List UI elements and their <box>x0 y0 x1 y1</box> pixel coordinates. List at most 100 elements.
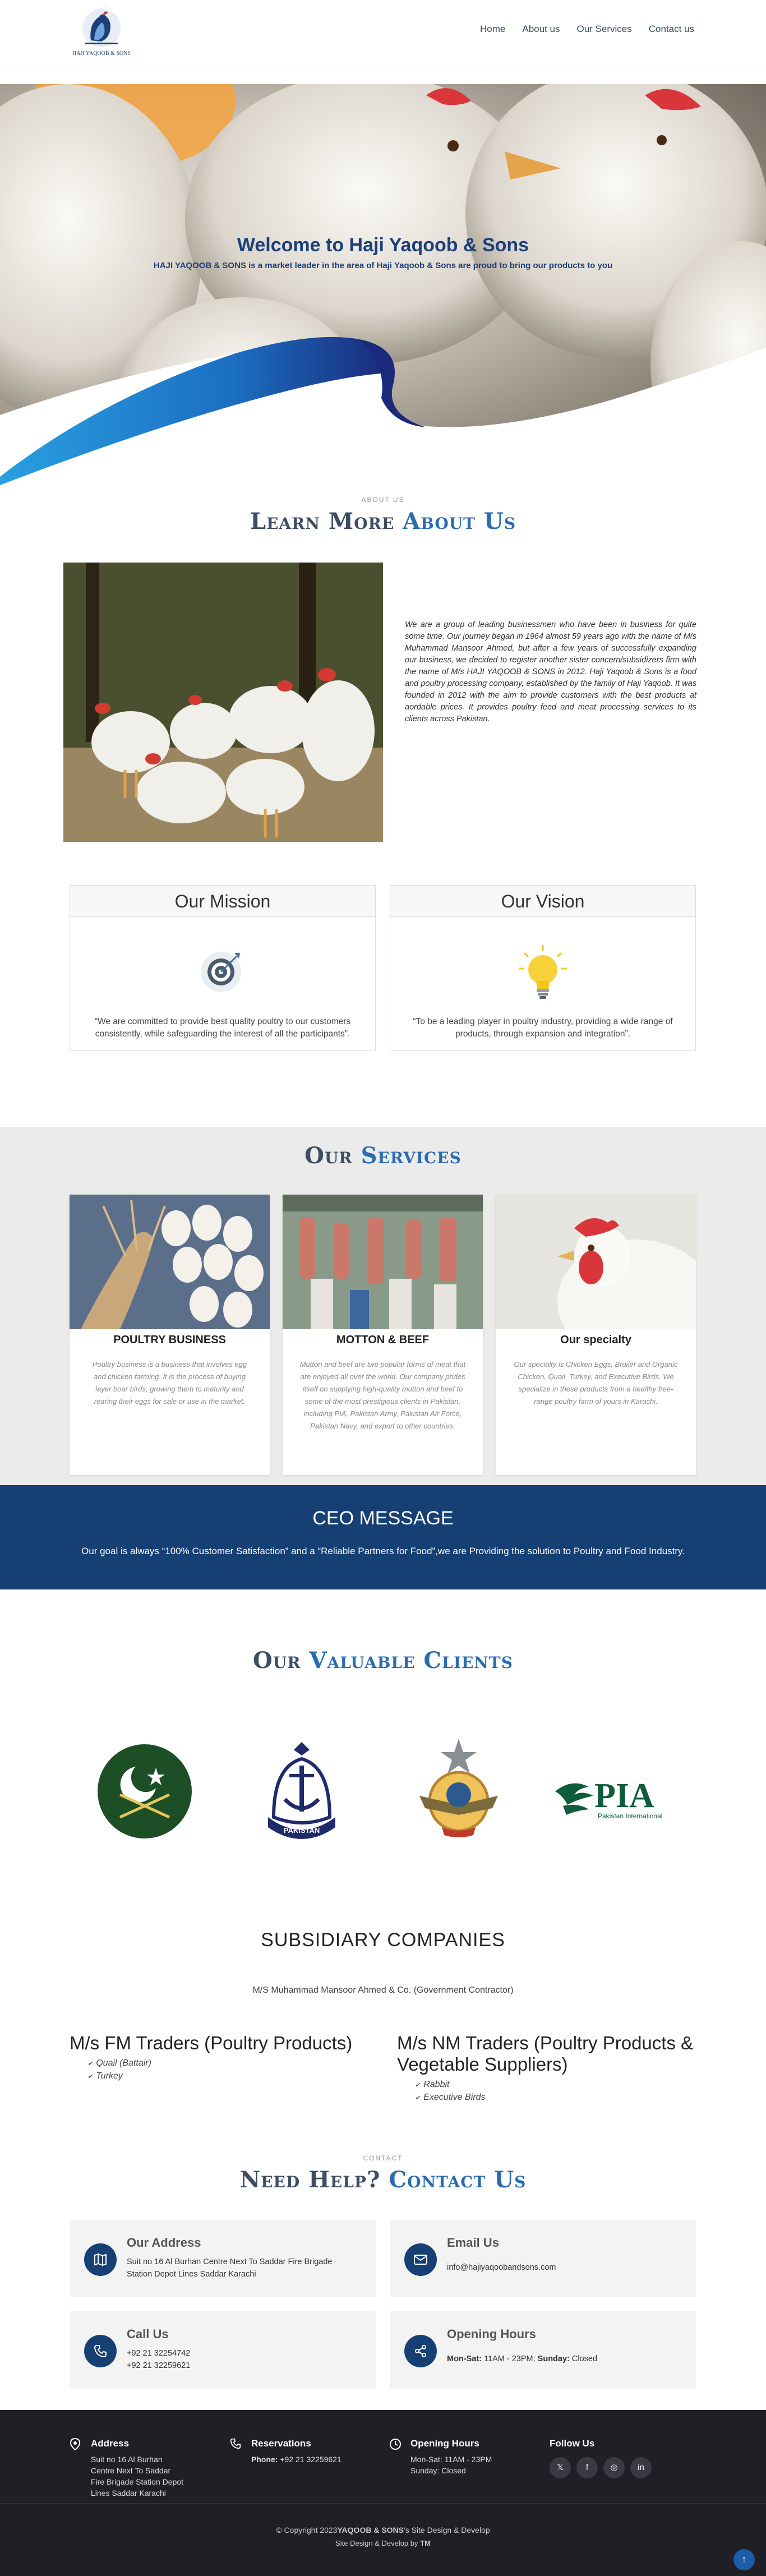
subsidiary-product-item: Turkey <box>87 2070 367 2083</box>
meat-processing-image <box>283 1195 483 1329</box>
site-logo[interactable]: HAJI YAQOOB & SONS <box>68 7 135 61</box>
phone-icon <box>230 2438 241 2449</box>
eggs-image <box>70 1195 270 1329</box>
hero-title: Welcome to Haji Yaqoob & Sons <box>237 234 529 256</box>
footer-divider <box>0 2503 766 2504</box>
hours-sunday-value: Closed <box>569 2354 598 2363</box>
footer-phone-label: Phone: <box>251 2455 278 2464</box>
phone-icon <box>84 2335 117 2367</box>
lightbulb-icon <box>519 945 567 999</box>
hero-subtitle: HAJI YAQOOB & SONS is a market leader in… <box>153 261 613 270</box>
about-eyebrow: ABOUT US <box>361 496 405 504</box>
footer-hours-line-1: Mon-Sat: 11AM - 23PM <box>410 2455 492 2464</box>
service-card-mutton: MOTTON & BEEF Mutton and beef are two po… <box>283 1195 483 1475</box>
facebook-icon[interactable]: f <box>576 2457 598 2478</box>
contact-eyebrow: CONTACT <box>363 2154 403 2162</box>
nav-services[interactable]: Our Services <box>576 24 631 35</box>
service-card-specialty: Our specialty Our specialty is Chicken E… <box>496 1195 696 1475</box>
copyright-prefix: © Copyright 2023 <box>276 2526 338 2534</box>
rooster-logo-icon <box>82 9 121 47</box>
subsidiary-products: Rabbit Executive Birds <box>415 2079 694 2104</box>
about-title: Learn More About Us <box>0 508 766 534</box>
map-icon <box>84 2243 117 2276</box>
hours-title: Opening Hours <box>447 2327 536 2341</box>
client-pia-logo: PIA Pakistan International <box>550 1733 679 1845</box>
address-line-2: Station Depot Lines Saddar Karachi <box>127 2270 256 2279</box>
contact-call-card: Call Us +92 21 32254742 +92 21 32259621 <box>70 2311 376 2389</box>
contact-hours-card: Opening Hours Mon-Sat: 11AM - 23PM; Sund… <box>390 2311 696 2389</box>
footer-follow-head: Follow Us <box>550 2438 595 2449</box>
about-text: We are a group of leading businessmen wh… <box>405 620 696 724</box>
site-footer: Address Suit no 16 Al Burhan Centre Next… <box>0 2410 766 2576</box>
about-title-accent: About Us <box>403 508 516 534</box>
social-links: 𝕏f ◎ in <box>550 2457 684 2478</box>
contact-address-card: Our Address Suit no 16 Al Burhan Centre … <box>70 2220 376 2297</box>
copyright-suffix: 's Site Design & Develop <box>404 2526 490 2534</box>
footer-credit: Site Design & Develop by TM <box>0 2539 766 2547</box>
client-pakistan-navy-logo: PAKISTAN <box>251 1733 352 1845</box>
nav-contact[interactable]: Contact us <box>649 24 694 35</box>
services-title-main: Our <box>304 1142 361 1169</box>
footer-follow: Follow Us 𝕏f ◎ in <box>550 2438 684 2478</box>
pia-logo-subtext: Pakistan International <box>598 1812 662 1820</box>
contact-title-main: Need Help? <box>239 2167 389 2193</box>
mission-title: Our Mission <box>70 886 375 917</box>
about-title-main: Learn More <box>250 508 403 534</box>
credit-prefix: Site Design & Develop by <box>335 2539 421 2547</box>
clients-title-accent: Valuable Clients <box>309 1647 513 1674</box>
footer-phone: Phone: +92 21 32259621 <box>251 2454 359 2465</box>
subsidiary-product-item: Quail (Battair) <box>87 2057 367 2070</box>
call-title: Call Us <box>127 2327 169 2341</box>
ceo-message-section: CEO MESSAGE Our goal is always “100% Cus… <box>0 1485 766 1589</box>
subsidiary-name: M/s FM Traders (Poultry Products) <box>70 2033 353 2053</box>
clock-icon <box>390 2439 401 2450</box>
chicken-head-image <box>496 1195 696 1329</box>
mission-text: “We are committed to provide best qualit… <box>94 1017 351 1039</box>
hero-banner: Welcome to Haji Yaqoob & Sons HAJI YAQOO… <box>0 84 766 485</box>
hero-chickens-image <box>0 84 766 485</box>
phone-number-1[interactable]: +92 21 32254742 <box>127 2347 190 2360</box>
linkedin-icon[interactable]: in <box>630 2457 652 2478</box>
footer-hours-head: Opening Hours <box>410 2438 479 2449</box>
address-line-1: Suit no 16 Al Burhan Centre Next To Sadd… <box>127 2257 333 2266</box>
footer-reservations: Reservations Phone: +92 21 32259621 <box>230 2438 359 2465</box>
site-header: HAJI YAQOOB & SONS Home About us Our Ser… <box>0 0 766 66</box>
service-text-mutton: Mutton and beef are two popular forms of… <box>299 1360 466 1430</box>
ceo-text: Our goal is always “100% Customer Satisf… <box>81 1546 685 1556</box>
nav-about[interactable]: About us <box>522 24 560 35</box>
email-address[interactable]: info@hajiyaqoobandsons.com <box>447 2261 556 2274</box>
subsidiary-owner: M/S Muhammad Mansoor Ahmed & Co. (Govern… <box>252 1985 514 1995</box>
service-title-specialty: Our specialty <box>560 1334 631 1346</box>
nav-home[interactable]: Home <box>480 24 505 35</box>
footer-hours-line-2: Sunday: Closed <box>410 2466 466 2475</box>
credit-brand[interactable]: TM <box>420 2539 431 2547</box>
phone-number-2[interactable]: +92 21 32259621 <box>127 2360 190 2372</box>
service-title-mutton: MOTTON & BEEF <box>336 1334 430 1346</box>
vision-card: Our Vision “To be a leading player in po… <box>390 885 696 1051</box>
target-icon <box>201 952 241 992</box>
services-title-accent: Services <box>361 1142 462 1169</box>
back-to-top-button[interactable]: ↑ <box>733 2549 755 2570</box>
mission-card: Our Mission “We are committed to provide… <box>70 885 376 1051</box>
clients-title-main: Our <box>253 1647 310 1674</box>
footer-hours: Opening Hours Mon-Sat: 11AM - 23PM Sunday… <box>389 2438 518 2476</box>
service-title-poultry: POULTRY BUSINESS <box>113 1334 226 1346</box>
contact-email-card: Email Us info@hajiyaqoobandsons.com <box>390 2220 696 2297</box>
main-nav: Home About us Our Services Contact us <box>480 24 694 35</box>
twitter-icon[interactable]: 𝕏 <box>550 2457 571 2478</box>
instagram-icon[interactable]: ◎ <box>603 2457 625 2478</box>
vision-text: “To be a leading player in poultry indus… <box>413 1017 673 1039</box>
share-icon <box>404 2335 437 2367</box>
footer-address-text: Suit no 16 Al Burhan Centre Next To Sadd… <box>91 2455 183 2497</box>
logo-text: HAJI YAQOOB & SONS <box>72 50 131 57</box>
location-pin-icon <box>70 2438 81 2450</box>
footer-phone-number[interactable]: +92 21 32259621 <box>278 2455 341 2464</box>
subsidiary-nm-traders: M/s NM Traders (Poultry Products & Veget… <box>397 2033 694 2104</box>
service-text-specialty: Our specialty is Chicken Eggs, Broiler a… <box>514 1360 678 1405</box>
pia-logo-text: PIA <box>594 1777 654 1815</box>
address-title: Our Address <box>127 2236 201 2250</box>
footer-hours-text: Mon-Sat: 11AM - 23PM Sunday: Closed <box>410 2454 518 2476</box>
hours-days-label: Mon-Sat: <box>447 2354 482 2363</box>
subsidiary-product-item: Executive Birds <box>415 2091 694 2104</box>
contact-title-accent: Contact Us <box>389 2167 527 2193</box>
